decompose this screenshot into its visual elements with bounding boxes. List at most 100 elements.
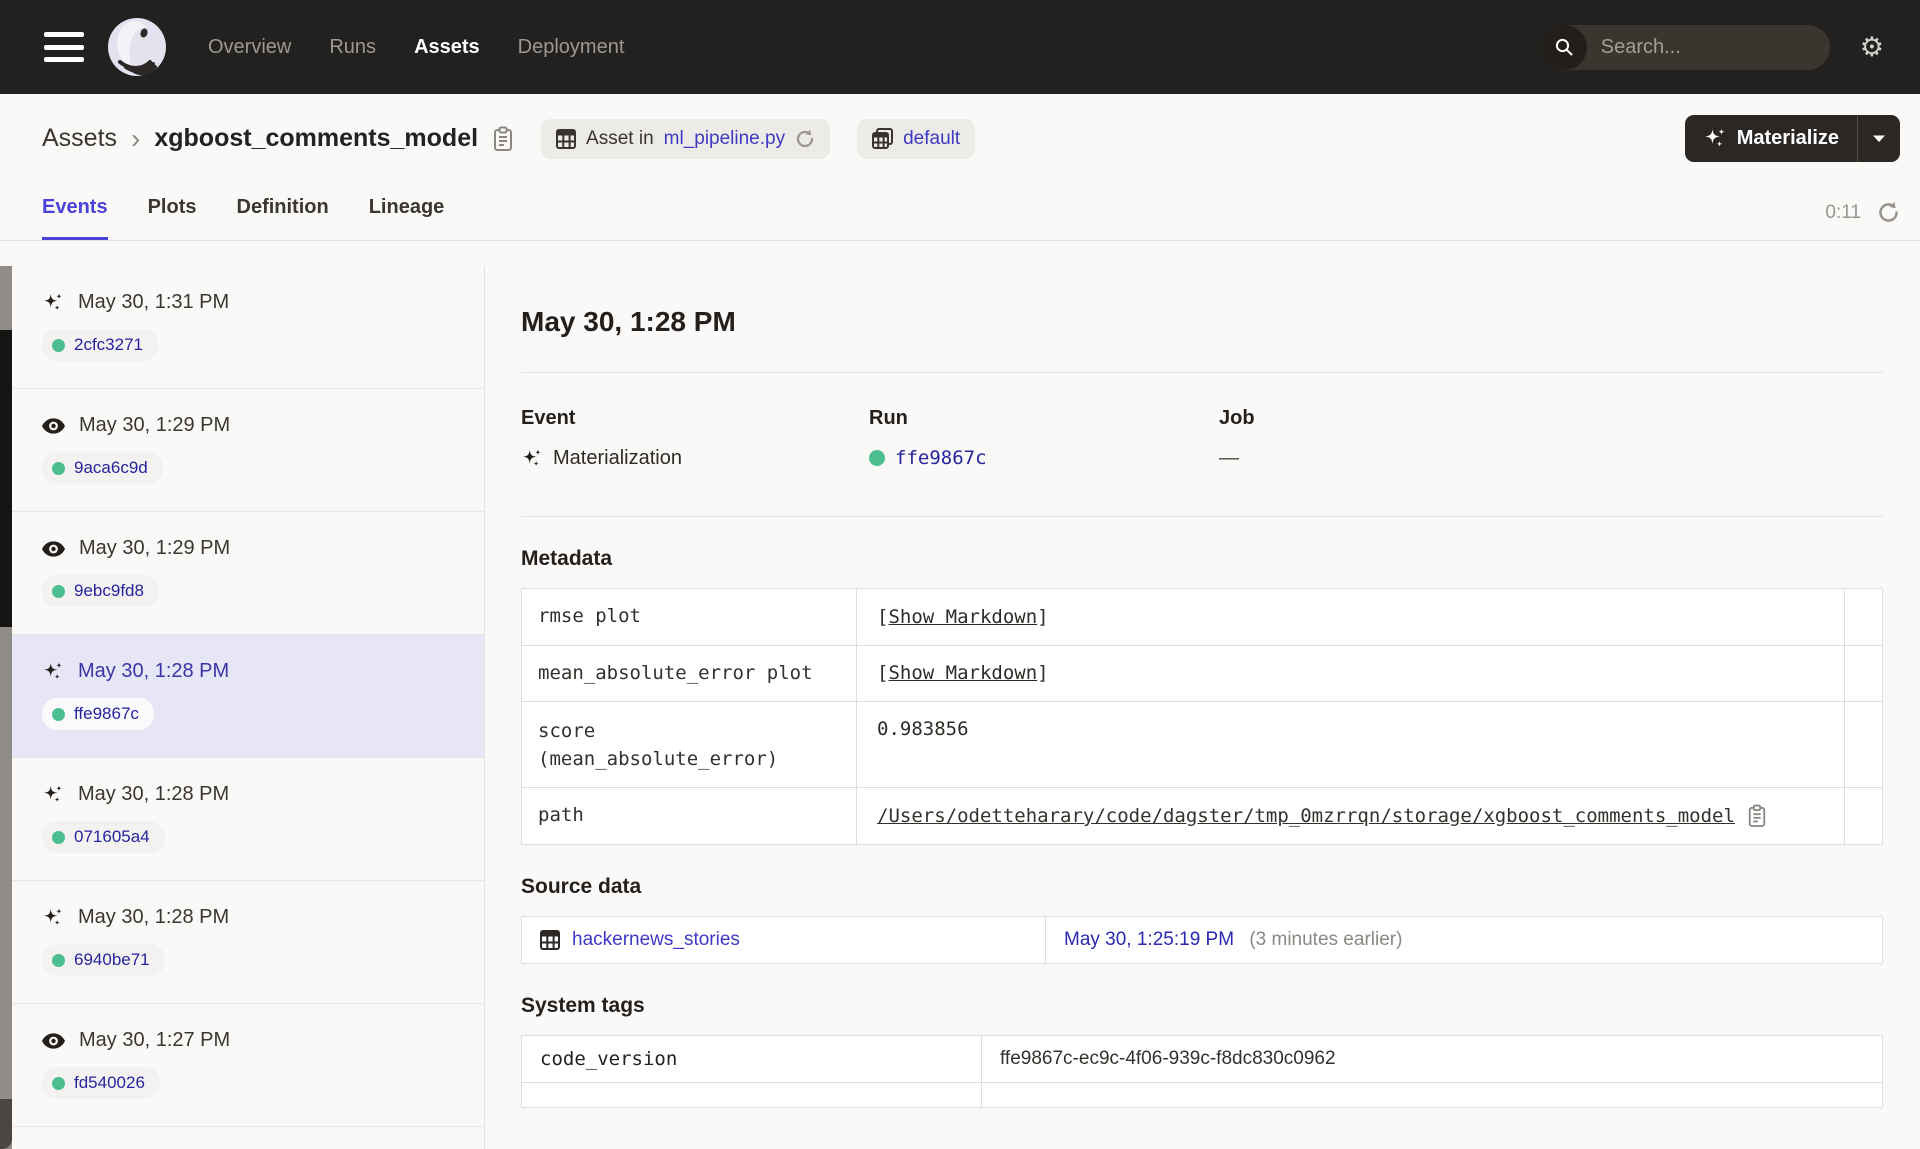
tab-events[interactable]: Events — [42, 196, 108, 240]
run-column: Run ffe9867c — [869, 407, 1219, 470]
left-scrollbar-thumb[interactable] — [0, 330, 12, 627]
job-column-label: Job — [1219, 407, 1255, 429]
event-type-value: Materialization — [553, 447, 682, 469]
show-markdown-link[interactable]: Show Markdown — [888, 662, 1037, 684]
event-list: May 30, 1:31 PM 2cfc3271 May 30, 1:29 PM… — [12, 266, 484, 1149]
metadata-heading: Metadata — [521, 547, 613, 570]
materialization-sparkle-icon — [43, 907, 62, 925]
metadata-key: score (mean_absolute_error) — [521, 701, 857, 789]
run-id-badge[interactable]: 9ebc9fd8 — [42, 575, 159, 607]
event-column: Event Materialization — [521, 407, 869, 470]
metadata-key: path — [521, 787, 857, 845]
run-status-dot — [52, 953, 65, 967]
tab-plots[interactable]: Plots — [148, 196, 197, 240]
source-data-heading: Source data — [521, 874, 642, 898]
group-badge: default — [857, 118, 976, 159]
source-time-note: (3 minutes earlier) — [1249, 928, 1403, 950]
run-id-badge[interactable]: 2cfc3271 — [42, 329, 158, 361]
observation-eye-icon — [42, 540, 65, 557]
reload-code-location-icon[interactable] — [795, 129, 815, 149]
refresh-countdown: 0:11 — [1825, 201, 1861, 223]
asset-location-badge: Asset in ml_pipeline.py — [541, 118, 831, 159]
event-detail-title: May 30, 1:28 PM — [521, 306, 736, 337]
event-row-selected[interactable]: May 30, 1:28 PM ffe9867c — [12, 635, 484, 758]
tab-definition[interactable]: Definition — [237, 196, 329, 240]
table-icon — [540, 929, 560, 950]
event-row[interactable]: May 30, 1:31 PM 2cfc3271 — [12, 266, 484, 389]
search-box[interactable]: / — [1541, 24, 1830, 70]
system-tag-value: ffe9867c-ec9c-4f06-939c-f8dc830c0962 — [981, 1034, 1883, 1083]
materialize-dropdown-button[interactable] — [1858, 115, 1900, 162]
nav-item-overview[interactable]: Overview — [208, 36, 291, 59]
event-row[interactable]: May 30, 1:28 PM 6940be71 — [12, 881, 484, 1004]
copy-asset-name-icon[interactable] — [492, 126, 514, 152]
tab-lineage[interactable]: Lineage — [369, 196, 445, 240]
run-id-badge[interactable]: 9aca6c9d — [42, 452, 163, 484]
nav-item-assets[interactable]: Assets — [414, 36, 480, 59]
top-nav: Overview Runs Assets Deployment / ⚙ — [0, 0, 1920, 94]
asset-header: Assets › xgboost_comments_model Asset in… — [0, 115, 1920, 162]
observation-eye-icon — [42, 1032, 65, 1049]
refresh-icon[interactable] — [1877, 201, 1900, 224]
event-row[interactable]: May 30, 1:29 PM 9ebc9fd8 — [12, 512, 484, 635]
run-status-dot — [52, 830, 65, 844]
metadata-key: mean_absolute_error plot — [521, 644, 857, 703]
path-link[interactable]: /Users/odetteharary/code/dagster/tmp_0mz… — [877, 805, 1735, 827]
materialization-sparkle-icon — [43, 784, 62, 802]
left-scrollbar[interactable] — [0, 266, 12, 1149]
dagster-logo-icon[interactable] — [108, 18, 166, 76]
asset-file-link[interactable]: ml_pipeline.py — [664, 128, 785, 150]
copy-path-icon[interactable] — [1747, 804, 1767, 828]
metadata-row: path /Users/odetteharary/code/dagster/tm… — [521, 787, 1883, 845]
run-status-dot — [52, 1076, 65, 1090]
system-tags-table: code_version ffe9867c-ec9c-4f06-939c-f8d… — [521, 1034, 1883, 1108]
metadata-row: mean_absolute_error plot [Show Markdown] — [521, 644, 1883, 703]
run-status-dot — [52, 461, 65, 475]
event-row[interactable]: May 30, 1:28 PM 071605a4 — [12, 758, 484, 881]
source-time-link[interactable]: May 30, 1:25:19 PM — [1064, 929, 1234, 950]
metadata-key: rmse plot — [521, 588, 857, 646]
metadata-row: rmse plot [Show Markdown] — [521, 588, 1883, 646]
show-markdown-link[interactable]: Show Markdown — [888, 606, 1037, 628]
event-detail-panel: May 30, 1:28 PM Event Materialization Ru… — [485, 266, 1920, 1149]
settings-gear-icon[interactable]: ⚙ — [1860, 33, 1884, 61]
table-icon — [556, 128, 577, 149]
caret-down-icon — [1873, 135, 1885, 142]
source-asset-link[interactable]: hackernews_stories — [572, 929, 740, 951]
event-row[interactable]: May 30, 1:29 PM 9aca6c9d — [12, 389, 484, 512]
run-status-dot — [869, 450, 885, 466]
search-icon[interactable] — [1541, 24, 1587, 70]
run-id-link[interactable]: ffe9867c — [895, 447, 987, 469]
event-time: May 30, 1:28 PM — [78, 783, 230, 805]
materialize-split-button: Materialize — [1684, 115, 1900, 162]
stacked-tables-icon — [872, 128, 894, 149]
run-id-badge[interactable]: 6940be71 — [42, 944, 165, 976]
primary-nav: Overview Runs Assets Deployment — [208, 36, 624, 59]
run-status-dot — [52, 338, 65, 352]
nav-item-deployment[interactable]: Deployment — [518, 36, 625, 59]
search-input[interactable] — [1586, 35, 1830, 59]
breadcrumb-assets-link[interactable]: Assets — [42, 124, 117, 153]
source-data-table: hackernews_stories May 30, 1:25:19 PM (3… — [521, 915, 1883, 964]
event-column-label: Event — [521, 407, 576, 429]
page-title: xgboost_comments_model — [154, 124, 479, 152]
event-time: May 30, 1:28 PM — [78, 660, 230, 682]
asset-location-label: Asset in — [586, 127, 654, 149]
hamburger-menu-icon[interactable] — [44, 32, 84, 62]
metadata-score-value: 0.983856 — [856, 701, 1845, 789]
materialize-label: Materialize — [1736, 127, 1839, 149]
event-time: May 30, 1:29 PM — [79, 537, 231, 559]
materialization-sparkle-icon — [43, 661, 62, 679]
metadata-row: score (mean_absolute_error) 0.983856 — [521, 701, 1883, 789]
run-id-badge[interactable]: 071605a4 — [42, 821, 165, 853]
event-time: May 30, 1:27 PM — [79, 1029, 231, 1051]
nav-item-runs[interactable]: Runs — [329, 36, 376, 59]
run-id-badge[interactable]: fd540026 — [42, 1067, 160, 1099]
metadata-table: rmse plot [Show Markdown] mean_absolute_… — [521, 588, 1883, 845]
job-column: Job — — [1219, 407, 1883, 470]
materialize-button[interactable]: Materialize — [1685, 115, 1857, 162]
group-default-link[interactable]: default — [903, 128, 960, 150]
event-row[interactable]: May 30, 1:27 PM fd540026 — [12, 1004, 484, 1127]
asset-tabs: Events Plots Definition Lineage 0:11 — [0, 186, 1920, 241]
run-id-badge[interactable]: ffe9867c — [42, 698, 154, 730]
